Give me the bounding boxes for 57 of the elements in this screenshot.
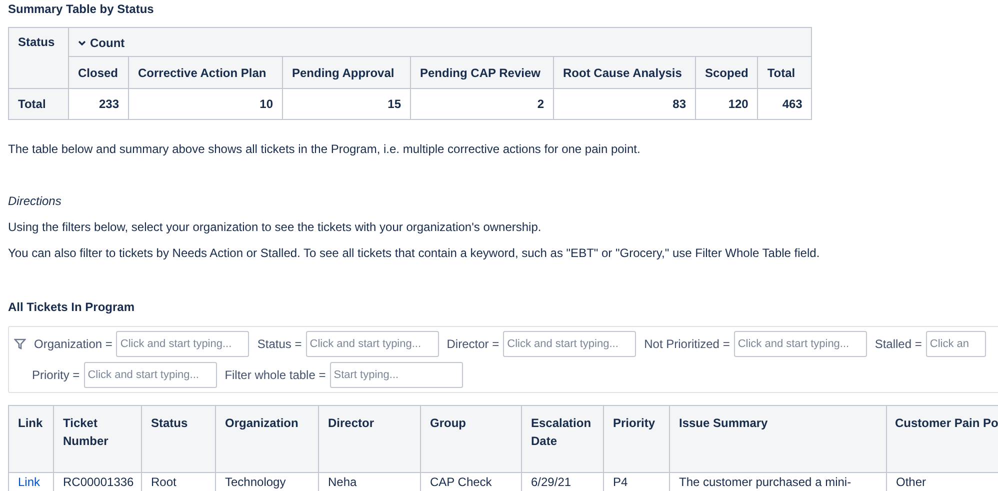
table-cell: P4 <box>613 475 628 489</box>
directions-text: You can also filter to tickets by Needs Action or Stalled. To see all tickets that contain a keyword, such as "EBT" or "Grocery," use Filter Whole Table field. <box>8 245 821 261</box>
filter-icon <box>14 338 26 350</box>
column-header: Status <box>8 28 68 88</box>
section-title: All Tickets In Program <box>8 299 136 315</box>
column-header: Customer Pain Po <box>886 406 998 472</box>
table-cell: Technology <box>225 475 286 489</box>
filter-input[interactable]: Click and start typing... <box>84 362 217 388</box>
table-cell: 83 <box>554 88 696 120</box>
filter-label: Priority = <box>32 367 80 383</box>
section-title: Summary Table by Status <box>8 1 155 17</box>
column-header: Group <box>420 406 522 472</box>
table-cell: RC00001336 <box>63 475 134 489</box>
filter-label: Stalled = <box>874 336 922 352</box>
table-cell: Other <box>896 475 926 489</box>
filter-input[interactable]: Click an <box>926 331 986 357</box>
filter-input[interactable]: Start typing... <box>330 362 463 388</box>
column-header: Corrective Action Plan <box>128 56 282 88</box>
column-header: Organization <box>216 406 318 472</box>
column-header: Closed <box>68 56 128 88</box>
column-header: Ticket Number <box>54 406 142 472</box>
column-header: Escalation Date <box>522 406 604 472</box>
column-header: Link <box>8 406 54 472</box>
table-cell: 120 <box>696 88 758 120</box>
table-cell: 2 <box>410 88 554 120</box>
column-header: Pending CAP Review <box>410 56 554 88</box>
column-header: Issue Summary <box>670 406 886 472</box>
filter-input[interactable]: Click and start typing... <box>503 331 636 357</box>
column-header: Scoped <box>696 56 758 88</box>
column-header: Pending Approval <box>282 56 410 88</box>
note-text: The table below and summary above shows all tickets in the Program, i.e. multiple corrective actions for one pain point. <box>8 141 642 157</box>
column-header: Priority <box>604 406 670 472</box>
table-cell: 15 <box>282 88 410 120</box>
table-cell: Root <box>151 475 176 489</box>
directions-text: Using the filters below, select your organization to see the tickets with your organization's ownership. <box>8 219 542 235</box>
column-header: Status <box>142 406 216 472</box>
table-cell: The customer purchased a mini- <box>679 475 852 489</box>
filter-label: Filter whole table = <box>224 367 326 383</box>
directions-heading: Directions <box>8 193 62 209</box>
filter-input[interactable]: Click and start typing... <box>734 331 867 357</box>
table-cell: 233 <box>68 88 128 120</box>
column-header[interactable]: Count <box>68 28 812 56</box>
row-header: Total <box>8 88 68 120</box>
table-cell: 6/29/21 <box>531 475 572 489</box>
filter-label: Not Prioritized = <box>644 336 730 352</box>
table-cell: 463 <box>758 88 812 120</box>
filter-input[interactable]: Click and start typing... <box>306 331 439 357</box>
table-cell: Neha <box>328 475 357 489</box>
table-cell: CAP Check <box>430 475 492 489</box>
column-header: Director <box>318 406 420 472</box>
table-cell: 10 <box>128 88 282 120</box>
column-header: Total <box>758 56 812 88</box>
filter-label: Director = <box>446 336 500 352</box>
filter-input[interactable]: Click and start typing... <box>116 331 250 357</box>
filter-label: Status = <box>257 336 302 352</box>
column-header: Root Cause Analysis <box>554 56 696 88</box>
filter-label: Organization = <box>34 336 112 352</box>
